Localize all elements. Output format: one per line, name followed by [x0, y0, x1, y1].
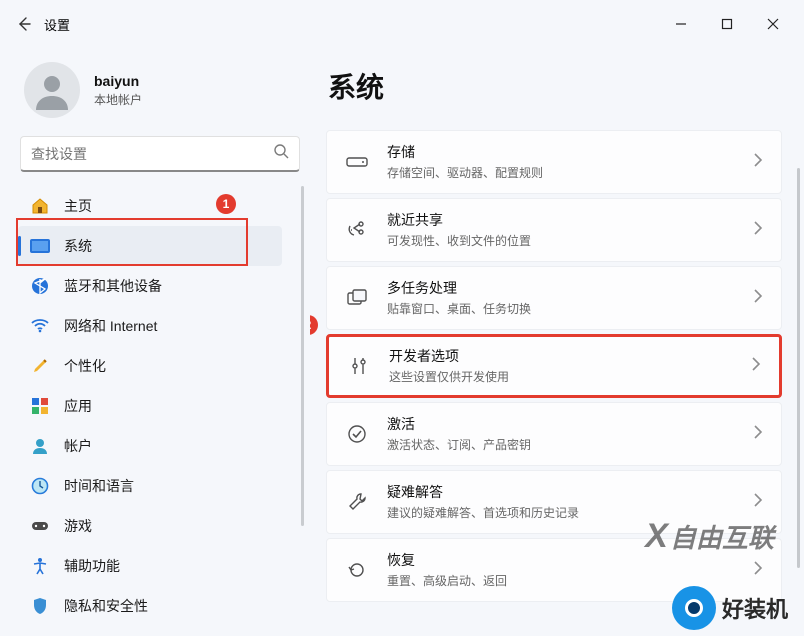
profile-sub: 本地帐户 — [94, 91, 142, 108]
nav-label: 帐户 — [64, 436, 92, 456]
card-sub: 贴靠窗口、桌面、任务切换 — [387, 300, 531, 317]
nav-home[interactable]: 主页 — [18, 186, 282, 226]
apps-icon — [30, 396, 50, 416]
minimize-button[interactable] — [658, 8, 704, 40]
nav-accessibility[interactable]: 辅助功能 — [18, 546, 282, 586]
brush-icon — [30, 356, 50, 376]
nav-label: 辅助功能 — [64, 556, 120, 576]
card-sub: 存储空间、驱动器、配置规则 — [387, 164, 543, 181]
storage-icon — [345, 150, 369, 174]
card-title: 激活 — [387, 415, 531, 433]
nav-label: 个性化 — [64, 356, 106, 376]
nav-label: 蓝牙和其他设备 — [64, 276, 162, 296]
nav-personalize[interactable]: 个性化 — [18, 346, 282, 386]
nav-accounts[interactable]: 帐户 — [18, 426, 282, 466]
nav-label: 游戏 — [64, 516, 92, 536]
chevron-right-icon — [753, 425, 763, 444]
nav-network[interactable]: 网络和 Internet — [18, 306, 282, 346]
wifi-icon — [30, 316, 50, 336]
chevron-right-icon — [753, 153, 763, 172]
card-sub: 这些设置仅供开发使用 — [389, 368, 509, 385]
search-box[interactable] — [20, 136, 300, 172]
main-panel: 系统 存储 存储空间、驱动器、配置规则 就近共享 可发现性、收到文件的位置 — [310, 48, 804, 636]
main-scrollbar[interactable] — [797, 168, 800, 568]
nav-label: 系统 — [64, 236, 92, 256]
chevron-right-icon — [753, 561, 763, 580]
nav-bluetooth[interactable]: 蓝牙和其他设备 — [18, 266, 282, 306]
recovery-icon — [345, 558, 369, 582]
share-icon — [345, 218, 369, 242]
card-sub: 重置、高级启动、返回 — [387, 572, 507, 589]
gaming-icon — [30, 516, 50, 536]
sidebar-scrollbar[interactable] — [301, 186, 304, 526]
card-sub: 建议的疑难解答、首选项和历史记录 — [387, 504, 579, 521]
card-title: 开发者选项 — [389, 347, 509, 365]
card-sub: 激活状态、订阅、产品密钥 — [387, 436, 531, 453]
close-button[interactable] — [750, 8, 796, 40]
nav-list: 主页 系统 蓝牙和其他设备 网络和 Internet 个性化 — [16, 186, 308, 626]
sidebar: baiyun 本地帐户 主页 系统 — [0, 48, 310, 636]
bluetooth-icon — [30, 276, 50, 296]
avatar — [24, 62, 80, 118]
annotation-badge-2: 2 — [310, 315, 318, 335]
back-button[interactable] — [8, 8, 40, 40]
card-storage[interactable]: 存储 存储空间、驱动器、配置规则 — [326, 130, 782, 194]
card-title: 就近共享 — [387, 211, 531, 229]
multitask-icon — [345, 286, 369, 310]
chevron-right-icon — [753, 221, 763, 240]
nav-time[interactable]: 时间和语言 — [18, 466, 282, 506]
wrench-icon — [345, 490, 369, 514]
nav-apps[interactable]: 应用 — [18, 386, 282, 426]
card-title: 存储 — [387, 143, 543, 161]
shield-icon — [30, 596, 50, 616]
account-icon — [30, 436, 50, 456]
nav-system[interactable]: 系统 — [18, 226, 282, 266]
profile-name: baiyun — [94, 73, 142, 89]
home-icon — [30, 196, 50, 216]
check-circle-icon — [345, 422, 369, 446]
accessibility-icon — [30, 556, 50, 576]
clock-icon — [30, 476, 50, 496]
nav-privacy[interactable]: 隐私和安全性 — [18, 586, 282, 626]
card-activation[interactable]: 激活 激活状态、订阅、产品密钥 — [326, 402, 782, 466]
nav-label: 应用 — [64, 396, 92, 416]
nav-label: 主页 — [64, 196, 92, 216]
chevron-right-icon — [753, 493, 763, 512]
card-title: 疑难解答 — [387, 483, 579, 501]
page-heading: 系统 — [318, 66, 782, 106]
search-input[interactable] — [31, 146, 273, 162]
tools-icon — [347, 354, 371, 378]
nav-label: 时间和语言 — [64, 476, 134, 496]
nav-label: 隐私和安全性 — [64, 596, 148, 616]
window-title: 设置 — [44, 15, 70, 34]
card-title: 多任务处理 — [387, 279, 531, 297]
card-recovery[interactable]: 恢复 重置、高级启动、返回 — [326, 538, 782, 602]
system-icon — [30, 236, 50, 256]
card-title: 恢复 — [387, 551, 507, 569]
profile-block[interactable]: baiyun 本地帐户 — [16, 48, 308, 136]
nav-label: 网络和 Internet — [64, 316, 157, 336]
maximize-button[interactable] — [704, 8, 750, 40]
card-sub: 可发现性、收到文件的位置 — [387, 232, 531, 249]
chevron-right-icon — [751, 357, 761, 376]
nav-gaming[interactable]: 游戏 — [18, 506, 282, 546]
search-icon — [273, 143, 289, 164]
card-nearby-share[interactable]: 就近共享 可发现性、收到文件的位置 — [326, 198, 782, 262]
annotation-badge-1: 1 — [216, 194, 236, 214]
card-troubleshoot[interactable]: 疑难解答 建议的疑难解答、首选项和历史记录 — [326, 470, 782, 534]
card-multitask[interactable]: 多任务处理 贴靠窗口、桌面、任务切换 — [326, 266, 782, 330]
card-developer[interactable]: 开发者选项 这些设置仅供开发使用 — [326, 334, 782, 398]
chevron-right-icon — [753, 289, 763, 308]
